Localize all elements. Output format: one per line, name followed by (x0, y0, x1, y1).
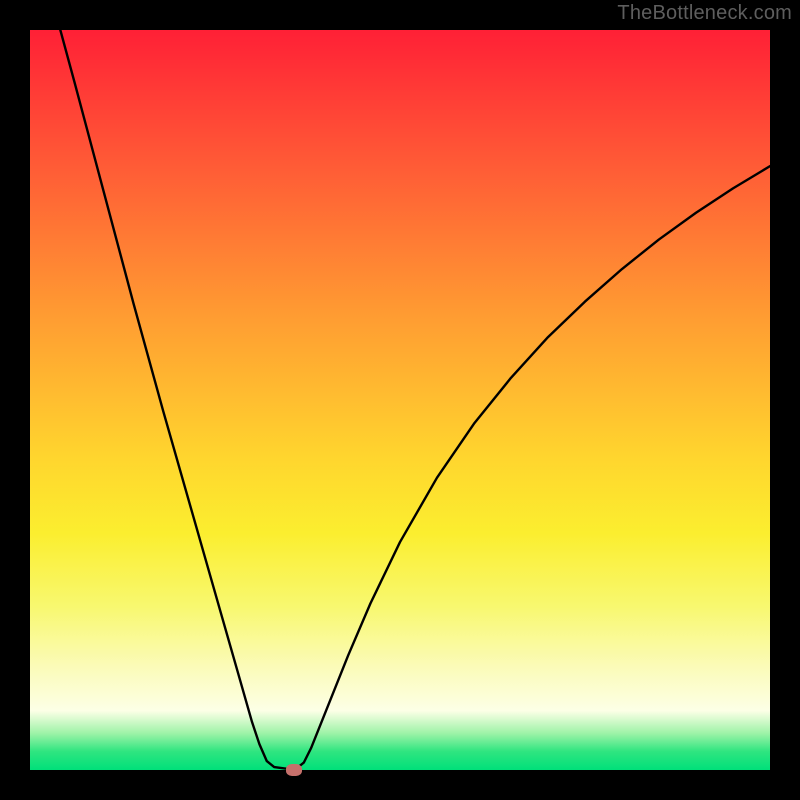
chart-frame: TheBottleneck.com (0, 0, 800, 800)
bottleneck-curve (30, 30, 770, 770)
optimal-point-marker (286, 764, 302, 776)
watermark-text: TheBottleneck.com (617, 2, 792, 25)
plot-area (30, 30, 770, 770)
curve-line (60, 30, 770, 769)
